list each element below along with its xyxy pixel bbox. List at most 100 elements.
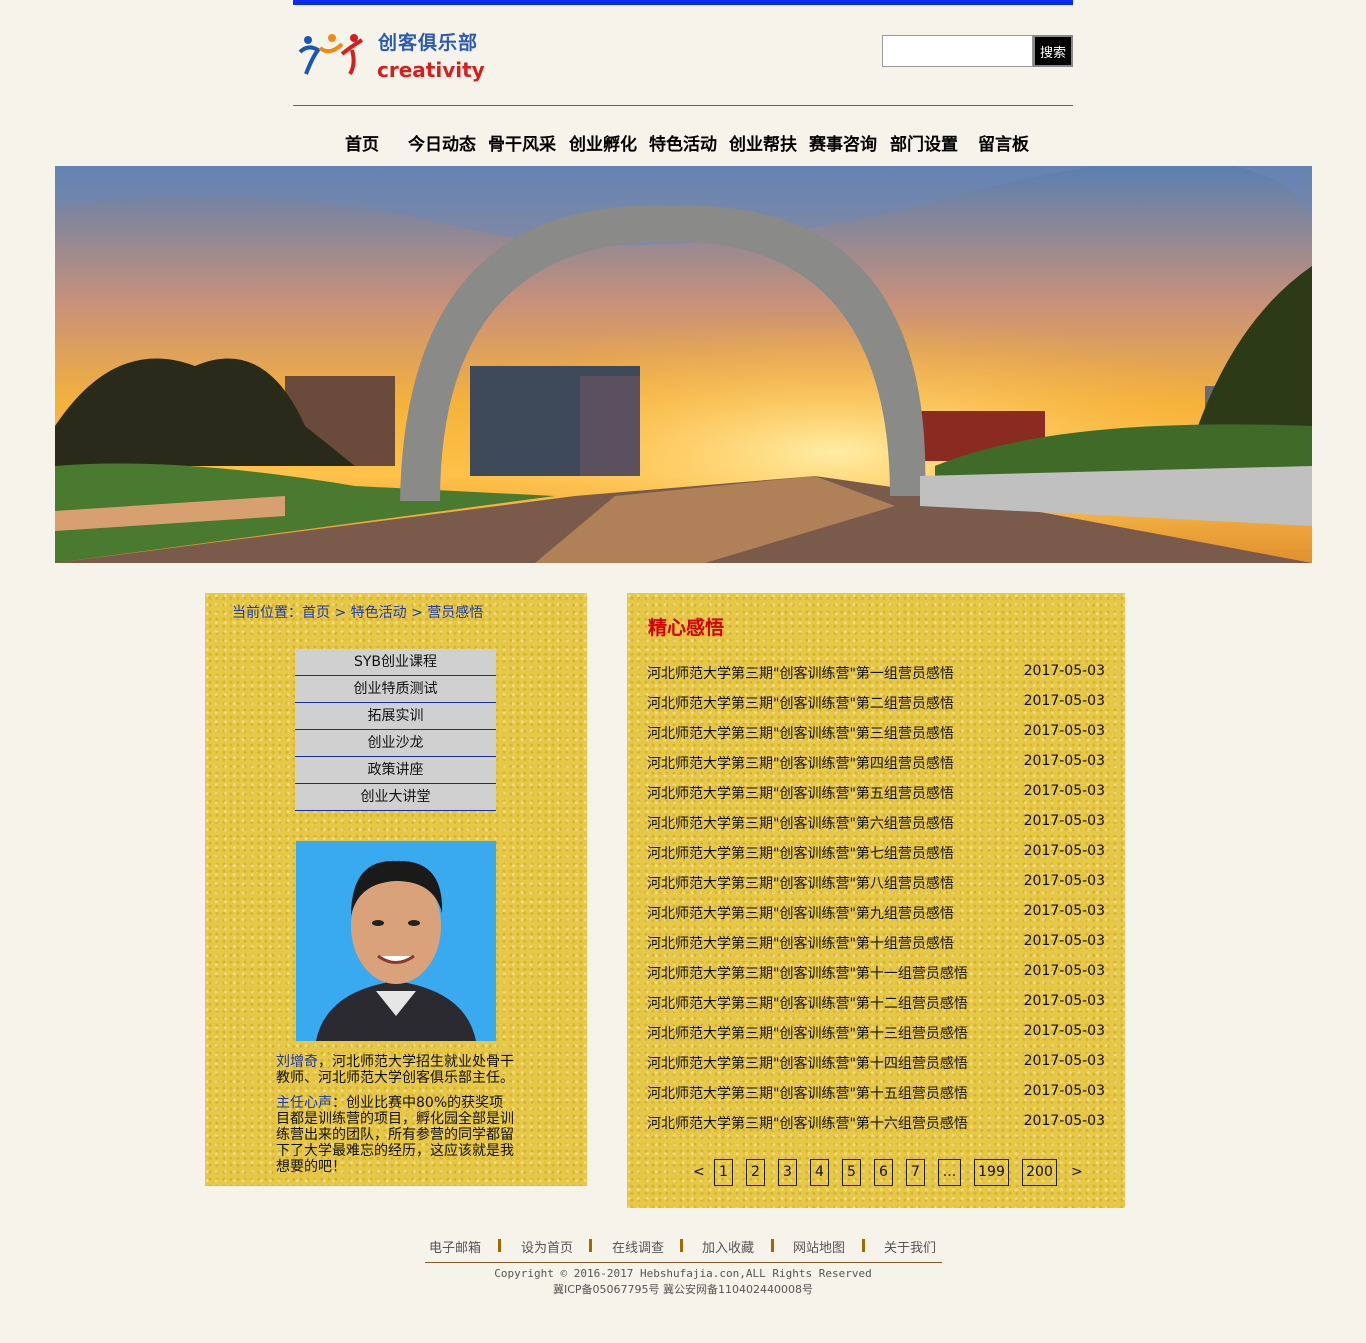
page-button[interactable]: 3 (778, 1159, 797, 1186)
breadcrumb-home[interactable]: 首页 (302, 605, 330, 621)
breadcrumb-section[interactable]: 特色活动 (351, 605, 407, 621)
page-button[interactable]: 6 (874, 1159, 893, 1186)
footer-link-sitemap[interactable]: 网站地图 (793, 1237, 845, 1256)
article-date: 2017-05-03 (1023, 723, 1105, 739)
footer-link-homepage[interactable]: 设为首页 (521, 1237, 573, 1256)
article-title[interactable]: 河北师范大学第三期"创客训练营"第十四组营员感悟 (647, 1053, 968, 1073)
article-title[interactable]: 河北师范大学第三期"创客训练营"第七组营员感悟 (647, 843, 954, 863)
list-item[interactable]: 河北师范大学第三期"创客训练营"第八组营员感悟 2017-05-03 (647, 869, 1107, 899)
article-title[interactable]: 河北师范大学第三期"创客训练营"第十组营员感悟 (647, 933, 954, 953)
nav-item-backbone[interactable]: 骨干风采 (488, 130, 556, 155)
breadcrumb-prefix: 当前位置： (232, 605, 302, 621)
list-item[interactable]: 河北师范大学第三期"创客训练营"第十三组营员感悟 2017-05-03 (647, 1019, 1107, 1049)
list-item[interactable]: 河北师范大学第三期"创客训练营"第五组营员感悟 2017-05-03 (647, 779, 1107, 809)
side-menu-item-trait-test[interactable]: 创业特质测试 (295, 676, 496, 703)
nav-item-guestbook[interactable]: 留言板 (978, 130, 1029, 155)
list-item[interactable]: 河北师范大学第三期"创客训练营"第四组营员感悟 2017-05-03 (647, 749, 1107, 779)
page-ellipsis: ... (938, 1159, 961, 1186)
breadcrumb-current[interactable]: 营员感悟 (427, 605, 483, 621)
side-menu-item-syb[interactable]: SYB创业课程 (295, 649, 496, 676)
article-title[interactable]: 河北师范大学第三期"创客训练营"第十六组营员感悟 (647, 1113, 968, 1133)
article-title[interactable]: 河北师范大学第三期"创客训练营"第十三组营员感悟 (647, 1023, 968, 1043)
list-item[interactable]: 河北师范大学第三期"创客训练营"第六组营员感悟 2017-05-03 (647, 809, 1107, 839)
side-menu-item-policy[interactable]: 政策讲座 (295, 757, 496, 784)
logo-text-cn: 创客俱乐部 (378, 32, 479, 54)
page-button[interactable]: 2 (746, 1159, 765, 1186)
prev-page-button[interactable]: < (693, 1164, 705, 1180)
article-date: 2017-05-03 (1023, 993, 1105, 1009)
article-title[interactable]: 河北师范大学第三期"创客训练营"第十一组营员感悟 (647, 963, 968, 983)
article-date: 2017-05-03 (1023, 933, 1105, 949)
list-item[interactable]: 河北师范大学第三期"创客训练营"第十五组营员感悟 2017-05-03 (647, 1079, 1107, 1109)
nav-item-support[interactable]: 创业帮扶 (729, 130, 797, 155)
side-menu-item-outreach[interactable]: 拓展实训 (295, 703, 496, 730)
footer-links: 电子邮箱 设为首页 在线调查 加入收藏 网站地图 关于我们 (425, 1237, 942, 1263)
search-button[interactable]: 搜索 (1033, 35, 1073, 67)
side-menu-item-salon[interactable]: 创业沙龙 (295, 730, 496, 757)
breadcrumb-separator: > (406, 605, 428, 621)
footer-link-about[interactable]: 关于我们 (884, 1237, 936, 1256)
article-title[interactable]: 河北师范大学第三期"创客训练营"第一组营员感悟 (647, 663, 954, 683)
search-input[interactable] (882, 35, 1033, 67)
copyright-text: Copyright © 2016-2017 Hebshufajia.con,AL… (494, 1267, 872, 1280)
page-button[interactable]: 4 (810, 1159, 829, 1186)
page-button[interactable]: 1 (714, 1159, 733, 1186)
article-title[interactable]: 河北师范大学第三期"创客训练营"第六组营员感悟 (647, 813, 954, 833)
nav-item-departments[interactable]: 部门设置 (890, 130, 958, 155)
bio-intro: 刘增奇，河北师范大学招生就业处骨干教师、河北师范大学创客俱乐部主任。 (276, 1054, 516, 1086)
page-button[interactable]: 5 (842, 1159, 861, 1186)
nav-item-incubation[interactable]: 创业孵化 (569, 130, 637, 155)
footer-separator (680, 1239, 683, 1252)
footer-separator (589, 1239, 592, 1252)
list-item[interactable]: 河北师范大学第三期"创客训练营"第七组营员感悟 2017-05-03 (647, 839, 1107, 869)
nav-item-today[interactable]: 今日动态 (408, 130, 476, 155)
bio-voice: 主任心声：创业比赛中80%的获奖项目都是训练营的项目，孵化园全部是训练营出来的团… (276, 1095, 516, 1175)
breadcrumb: 当前位置：首页 > 特色活动 > 营员感悟 (232, 602, 483, 622)
article-date: 2017-05-03 (1023, 753, 1105, 769)
page-button[interactable]: 7 (906, 1159, 925, 1186)
article-title[interactable]: 河北师范大学第三期"创客训练营"第八组营员感悟 (647, 873, 954, 893)
article-title[interactable]: 河北师范大学第三期"创客训练营"第二组营员感悟 (647, 693, 954, 713)
footer-link-survey[interactable]: 在线调查 (612, 1237, 664, 1256)
nav-item-activities[interactable]: 特色活动 (649, 130, 717, 155)
campus-arch-image (55, 166, 1312, 563)
article-title[interactable]: 河北师范大学第三期"创客训练营"第四组营员感悟 (647, 753, 954, 773)
footer-separator (862, 1239, 865, 1252)
list-item[interactable]: 河北师范大学第三期"创客训练营"第三组营员感悟 2017-05-03 (647, 719, 1107, 749)
nav-item-competition[interactable]: 赛事咨询 (809, 130, 877, 155)
director-photo (296, 841, 496, 1041)
article-title[interactable]: 河北师范大学第三期"创客训练营"第三组营员感悟 (647, 723, 954, 743)
main-nav: 首页 今日动态 骨干风采 创业孵化 特色活动 创业帮扶 赛事咨询 部门设置 留言… (293, 130, 1073, 155)
page-button[interactable]: 200 (1022, 1159, 1057, 1186)
director-name[interactable]: 刘增奇 (276, 1054, 318, 1070)
article-title[interactable]: 河北师范大学第三期"创客训练营"第九组营员感悟 (647, 903, 954, 923)
logo-figures-icon (298, 34, 364, 76)
list-item[interactable]: 河北师范大学第三期"创客训练营"第十四组营员感悟 2017-05-03 (647, 1049, 1107, 1079)
side-menu-item-lecture[interactable]: 创业大讲堂 (295, 784, 496, 811)
list-item[interactable]: 河北师范大学第三期"创客训练营"第十六组营员感悟 2017-05-03 (647, 1109, 1107, 1139)
list-item[interactable]: 河北师范大学第三期"创客训练营"第二组营员感悟 2017-05-03 (647, 689, 1107, 719)
article-title[interactable]: 河北师范大学第三期"创客训练营"第五组营员感悟 (647, 783, 954, 803)
article-date: 2017-05-03 (1023, 963, 1105, 979)
voice-label[interactable]: 主任心声 (276, 1095, 332, 1111)
list-item[interactable]: 河北师范大学第三期"创客训练营"第九组营员感悟 2017-05-03 (647, 899, 1107, 929)
site-logo[interactable]: 创客俱乐部 creativity (296, 26, 496, 86)
side-menu: SYB创业课程 创业特质测试 拓展实训 创业沙龙 政策讲座 创业大讲堂 (295, 649, 496, 811)
section-title: 精心感悟 (648, 617, 725, 639)
nav-item-home[interactable]: 首页 (345, 130, 379, 155)
list-item[interactable]: 河北师范大学第三期"创客训练营"第十组营员感悟 2017-05-03 (647, 929, 1107, 959)
page-button[interactable]: 199 (974, 1159, 1009, 1186)
next-page-button[interactable]: > (1071, 1164, 1083, 1180)
footer-link-email[interactable]: 电子邮箱 (429, 1237, 481, 1256)
logo-text-en: creativity (377, 58, 485, 82)
footer-separator (498, 1239, 501, 1252)
article-title[interactable]: 河北师范大学第三期"创客训练营"第十二组营员感悟 (647, 993, 968, 1013)
article-date: 2017-05-03 (1023, 1083, 1105, 1099)
list-item[interactable]: 河北师范大学第三期"创客训练营"第十一组营员感悟 2017-05-03 (647, 959, 1107, 989)
article-title[interactable]: 河北师范大学第三期"创客训练营"第十五组营员感悟 (647, 1083, 968, 1103)
list-item[interactable]: 河北师范大学第三期"创客训练营"第一组营员感悟 2017-05-03 (647, 659, 1107, 689)
footer-link-favorite[interactable]: 加入收藏 (702, 1237, 754, 1256)
list-item[interactable]: 河北师范大学第三期"创客训练营"第十二组营员感悟 2017-05-03 (647, 989, 1107, 1019)
header-divider (293, 105, 1073, 106)
pagination: < 1 2 3 4 5 6 7 ... 199 200 > (627, 1159, 1125, 1187)
